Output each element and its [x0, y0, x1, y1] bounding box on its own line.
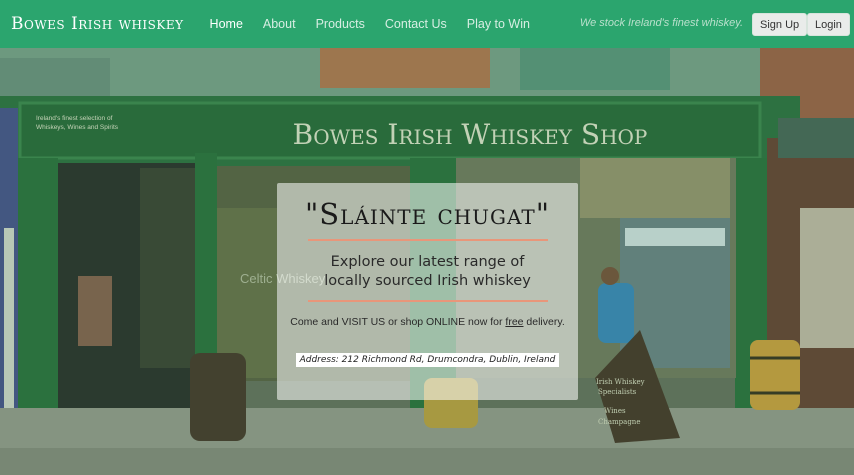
address-label: Address: 212 Richmond Rd, Drumcondra, Du…: [295, 353, 560, 367]
title-divider: [307, 239, 548, 241]
hero-subtitle-line-1: Explore our latest range of: [330, 254, 525, 270]
tagline: We stock Ireland's finest whiskey.: [579, 17, 743, 29]
visit-text: Come and VISIT US or shop ONLINE now for…: [277, 316, 578, 328]
navbar: Bowes Irish whiskey Home About Products …: [0, 0, 854, 48]
nav-products[interactable]: Products: [316, 17, 365, 31]
brand-logo[interactable]: Bowes Irish whiskey: [11, 14, 184, 34]
subtitle-divider: [307, 300, 548, 302]
nav-contact-us[interactable]: Contact Us: [385, 17, 447, 31]
free-delivery-link[interactable]: free: [505, 316, 523, 328]
nav-play-to-win[interactable]: Play to Win: [467, 17, 530, 31]
nav-home[interactable]: Home: [210, 17, 243, 31]
hero-subtitle: Explore our latest range of locally sour…: [277, 253, 578, 291]
hero-title: "Sláinte chugat": [304, 197, 551, 231]
hero-subtitle-line-2: locally sourced Irish whiskey: [324, 273, 531, 289]
nav-about[interactable]: About: [263, 17, 296, 31]
login-button[interactable]: Login: [807, 13, 850, 36]
hero-card: "Sláinte chugat" Explore our latest rang…: [277, 183, 578, 400]
visit-text-before: Come and VISIT US or shop ONLINE now for: [290, 316, 506, 328]
sign-up-button[interactable]: Sign Up: [752, 13, 808, 36]
visit-text-after: delivery.: [523, 316, 565, 328]
